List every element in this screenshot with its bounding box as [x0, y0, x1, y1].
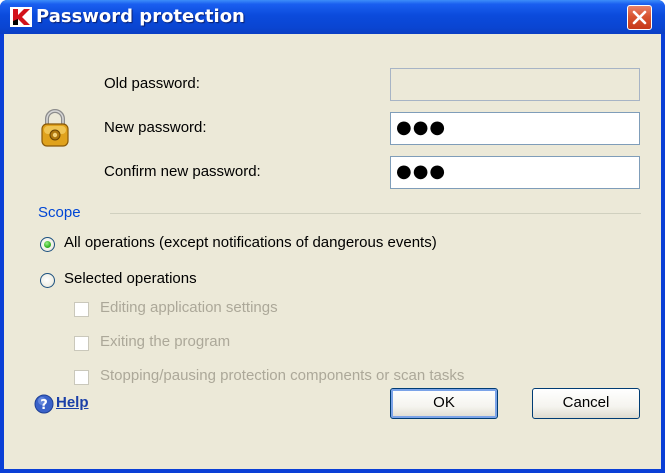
old-password-label: Old password:: [104, 75, 200, 92]
scope-group-title: Scope: [38, 204, 81, 221]
window-border-left: [0, 34, 4, 473]
window-border-bottom: [0, 469, 665, 473]
ok-button-label: OK: [433, 394, 455, 411]
selected-operations-radio[interactable]: [40, 273, 55, 288]
all-operations-radio[interactable]: [40, 237, 55, 252]
new-password-label: New password:: [104, 119, 207, 136]
stopping-protection-checkbox[interactable]: [74, 370, 89, 385]
stopping-protection-label: Stopping/pausing protection components o…: [100, 367, 465, 384]
close-button[interactable]: [627, 5, 652, 30]
title-bar[interactable]: Password protection: [0, 0, 665, 34]
confirm-password-input[interactable]: ●●●: [390, 156, 640, 189]
confirm-password-label: Confirm new password:: [104, 163, 261, 180]
kaspersky-logo-icon: [10, 7, 32, 27]
password-protection-dialog: Password protection Old password: New pa…: [0, 0, 665, 473]
exiting-program-label: Exiting the program: [100, 333, 231, 350]
cancel-button[interactable]: Cancel: [532, 388, 640, 419]
new-password-input[interactable]: ●●●: [390, 112, 640, 145]
scope-group-divider: [110, 213, 641, 214]
cancel-button-label: Cancel: [562, 394, 610, 411]
editing-settings-checkbox[interactable]: [74, 302, 89, 317]
old-password-input[interactable]: [390, 68, 640, 101]
close-icon: [632, 10, 647, 25]
editing-settings-label: Editing application settings: [100, 299, 278, 316]
ok-button[interactable]: OK: [390, 388, 498, 419]
exiting-program-checkbox[interactable]: [74, 336, 89, 351]
svg-text:?: ?: [40, 398, 48, 413]
window-border-right: [661, 34, 665, 473]
radio-selected-dot: [44, 241, 51, 248]
window-title: Password protection: [36, 6, 245, 27]
all-operations-label[interactable]: All operations (except notifications of …: [64, 234, 437, 251]
selected-operations-label[interactable]: Selected operations: [64, 270, 197, 287]
padlock-icon: [41, 109, 69, 147]
help-icon[interactable]: ?: [34, 394, 54, 414]
help-link[interactable]: Help: [56, 394, 89, 411]
dialog-body: Old password: New password: ●●● Confirm …: [4, 34, 661, 469]
